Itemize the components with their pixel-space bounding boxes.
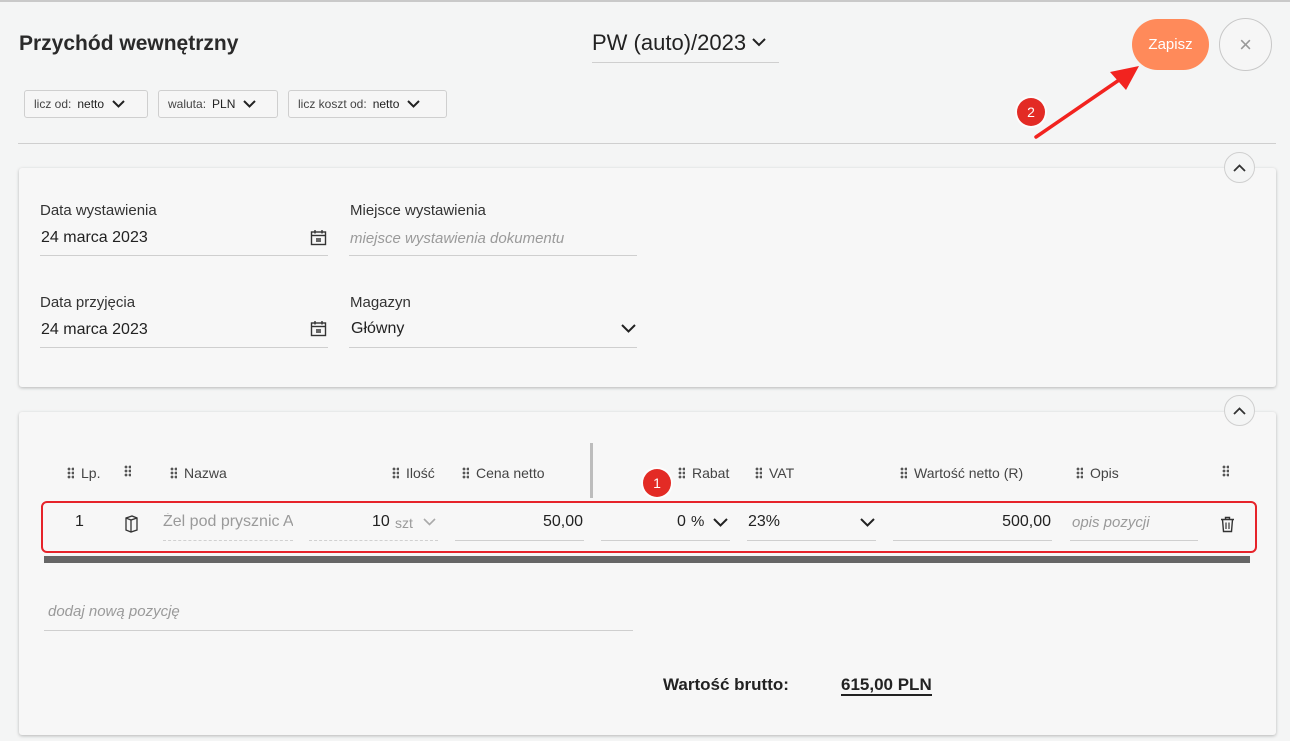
drag-handle-icon	[392, 467, 399, 479]
chip-label: licz od:	[34, 97, 72, 111]
chevron-down-icon	[407, 100, 421, 108]
chevron-down-icon[interactable]	[621, 324, 636, 333]
gross-total-label: Wartość brutto:	[663, 675, 789, 694]
chip-label: licz koszt od:	[298, 97, 367, 111]
drag-handle-icon	[900, 467, 907, 479]
drag-handle-icon	[124, 465, 131, 477]
highlight-box-row	[41, 501, 1257, 553]
drag-handle-icon	[1222, 465, 1229, 477]
chevron-up-icon	[1233, 406, 1246, 415]
positions-card	[19, 412, 1276, 735]
document-number-value: PW (auto)/2023	[592, 30, 747, 55]
issue-place-underline	[349, 255, 637, 256]
receipt-date-underline	[40, 347, 328, 348]
issue-date-field[interactable]: 24 marca 2023	[41, 229, 148, 247]
col-settings-handle[interactable]	[1222, 465, 1229, 477]
drag-handle-icon	[755, 467, 762, 479]
drag-handle-icon	[678, 467, 685, 479]
chip-label: waluta:	[168, 97, 207, 111]
col-header-qty[interactable]: Ilość	[392, 465, 435, 481]
chip-value: netto	[77, 97, 105, 111]
annotation-arrow	[1034, 66, 1139, 139]
calendar-icon[interactable]	[310, 320, 327, 337]
col-header-discount[interactable]: Rabat	[678, 465, 729, 481]
drag-handle-icon	[462, 467, 469, 479]
col-header-net-value[interactable]: Wartość netto (R)	[900, 465, 1023, 481]
page-title: Przychód wewnętrzny	[19, 32, 239, 55]
col-header-lp[interactable]: Lp.	[67, 465, 100, 481]
col-header-price[interactable]: Cena netto	[462, 465, 545, 481]
drag-handle-icon	[1076, 467, 1083, 479]
horizontal-scrollbar[interactable]	[44, 556, 1250, 563]
drag-handle-icon	[170, 467, 177, 479]
cost-calc-from-select[interactable]: licz koszt od: netto	[288, 90, 447, 118]
currency-select[interactable]: waluta: PLN	[158, 90, 278, 118]
chip-value: PLN	[212, 97, 236, 111]
calendar-icon[interactable]	[310, 229, 327, 246]
collapse-positions-button[interactable]	[1224, 395, 1255, 426]
add-position-input[interactable]: dodaj nową pozycję	[48, 603, 180, 620]
document-details-card	[19, 168, 1276, 387]
issue-date-label: Data wystawienia	[40, 202, 157, 219]
chevron-down-icon	[243, 100, 257, 108]
chip-value: netto	[372, 97, 400, 111]
chevron-down-icon	[752, 38, 766, 47]
add-position-underline	[44, 630, 633, 631]
collapse-details-button[interactable]	[1224, 152, 1255, 183]
col-header-description[interactable]: Opis	[1076, 465, 1119, 481]
receipt-date-field[interactable]: 24 marca 2023	[41, 321, 148, 339]
annotation-badge-1: 1	[643, 469, 671, 497]
close-button[interactable]: ×	[1219, 18, 1272, 71]
column-frozen-divider	[590, 443, 593, 498]
top-border	[0, 0, 1290, 2]
col-header-icon[interactable]	[124, 465, 131, 477]
close-icon: ×	[1239, 31, 1252, 57]
drag-handle-icon	[67, 467, 74, 479]
col-header-name[interactable]: Nazwa	[170, 465, 227, 481]
document-number-select[interactable]: PW (auto)/2023	[592, 30, 779, 63]
col-header-vat[interactable]: VAT	[755, 465, 794, 481]
warehouse-select[interactable]: Główny	[351, 320, 404, 338]
calc-from-select[interactable]: licz od: netto	[24, 90, 148, 118]
receipt-date-label: Data przyjęcia	[40, 294, 136, 311]
header-divider	[18, 143, 1276, 144]
issue-place-label: Miejsce wystawienia	[350, 202, 486, 219]
gross-total-value: 615,00 PLN	[841, 675, 932, 696]
issue-date-underline	[40, 255, 328, 256]
issue-place-input[interactable]: miejsce wystawienia dokumentu	[350, 230, 564, 247]
chevron-down-icon	[112, 100, 125, 108]
warehouse-label: Magazyn	[350, 294, 411, 311]
chevron-up-icon	[1233, 163, 1246, 172]
warehouse-underline	[349, 347, 637, 348]
